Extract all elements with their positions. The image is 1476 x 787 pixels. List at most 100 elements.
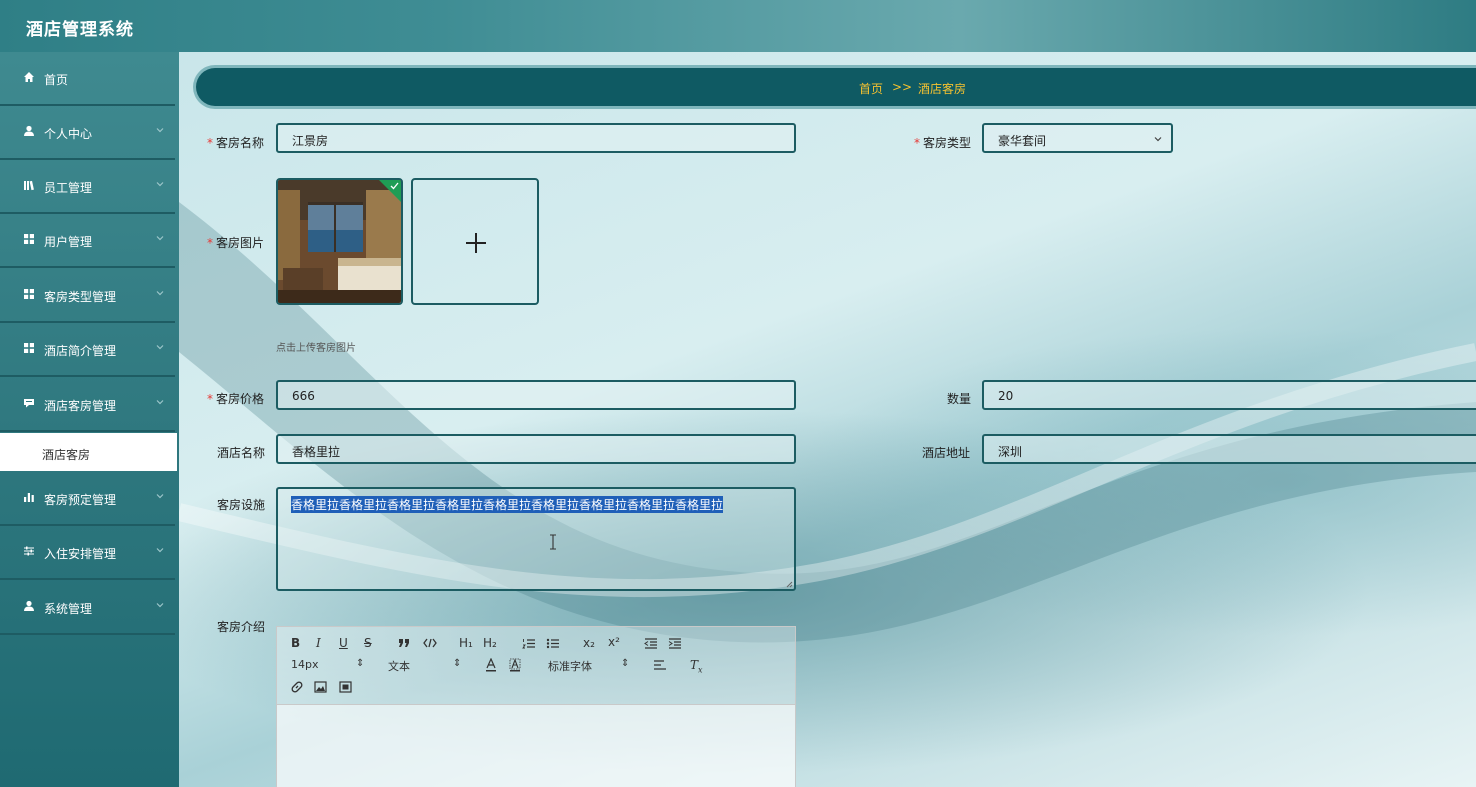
- room-type-label: * 客房类型: [914, 136, 972, 150]
- underline-button[interactable]: U: [339, 636, 348, 650]
- sidebar-item-label: 客房类型管理: [44, 290, 117, 304]
- code-icon[interactable]: [423, 638, 437, 648]
- sidebar-item-label: 首页: [44, 73, 69, 87]
- sidebar-item-hotel-intro[interactable]: 酒店简介管理: [0, 323, 175, 377]
- editor-content-area[interactable]: [277, 705, 795, 787]
- library-icon: [23, 179, 35, 191]
- rich-text-editor: B I U S H₁ H₂ x₂ x² 14px ⇕ 文本 ⇕ 标准字体 ⇕ T…: [276, 626, 796, 787]
- sidebar-item-label: 客房预定管理: [44, 493, 117, 507]
- quantity-field[interactable]: 20: [982, 380, 1476, 410]
- sidebar-item-check-in[interactable]: 入住安排管理: [0, 526, 175, 580]
- strike-button[interactable]: S: [364, 636, 372, 650]
- indent-icon[interactable]: [668, 638, 682, 649]
- breadcrumb-home[interactable]: 首页: [859, 80, 883, 97]
- hotel-address-field[interactable]: 深圳: [982, 434, 1476, 464]
- align-icon[interactable]: [653, 660, 667, 671]
- grid-icon: [23, 288, 35, 300]
- bullet-list-icon[interactable]: [546, 638, 560, 649]
- blockquote-icon[interactable]: [398, 638, 410, 648]
- home-icon: [23, 71, 35, 83]
- resize-handle-icon[interactable]: [785, 580, 793, 588]
- room-image-thumbnail[interactable]: [276, 178, 403, 305]
- room-price-label: * 客房价格: [207, 392, 265, 406]
- sidebar-item-bookings[interactable]: 客房预定管理: [0, 472, 175, 526]
- breadcrumb-current: 酒店客房: [918, 82, 967, 96]
- app-title: 酒店管理系统: [26, 20, 134, 40]
- h2-button[interactable]: H₂: [483, 636, 497, 650]
- font-size-select[interactable]: 14px: [291, 658, 319, 671]
- room-type-select[interactable]: 豪华套间: [982, 123, 1173, 153]
- check-icon: [390, 182, 399, 190]
- bar-chart-icon: [23, 491, 35, 503]
- sidebar-subitem-hotel-room[interactable]: 酒店客房: [0, 433, 177, 471]
- facilities-selected-text: 香格里拉香格里拉香格里拉香格里拉香格里拉香格里拉香格里拉香格里拉香格里拉: [291, 496, 724, 513]
- sidebar-item-room-types[interactable]: 客房类型管理: [0, 269, 175, 323]
- hotel-name-label: 酒店名称: [217, 446, 266, 460]
- chevron-down-icon: [156, 548, 164, 553]
- room-name-label: * 客房名称: [207, 136, 265, 150]
- sidebar-item-staff[interactable]: 员工管理: [0, 160, 175, 214]
- breadcrumb-separator: >>: [892, 80, 913, 94]
- font-family-select-arrows-icon: ⇕: [621, 658, 630, 669]
- breadcrumb: 首页 >> 酒店客房: [196, 68, 1476, 106]
- sidebar-item-label: 员工管理: [44, 181, 93, 195]
- sidebar-item-hotel-rooms[interactable]: 酒店客房管理: [0, 378, 175, 432]
- chevron-down-icon: [156, 603, 164, 608]
- chevron-down-icon: [156, 236, 164, 241]
- subscript-button[interactable]: x₂: [583, 636, 595, 650]
- h1-button[interactable]: H₁: [459, 636, 473, 650]
- room-name-field[interactable]: 江景房: [276, 123, 796, 153]
- chevron-down-icon: [156, 345, 164, 350]
- hotel-name-field[interactable]: 香格里拉: [276, 434, 796, 464]
- font-color-icon[interactable]: [485, 658, 497, 672]
- bold-button[interactable]: B: [291, 636, 300, 650]
- chevron-down-icon: [156, 182, 164, 187]
- room-image-label: * 客房图片: [207, 236, 265, 250]
- superscript-button[interactable]: x²: [608, 635, 620, 649]
- main-content: 首页 >> 酒店客房 *客房名称 江景房 *客房类型 豪华套间 *客房图片: [179, 52, 1476, 787]
- facilities-textarea[interactable]: 香格里拉香格里拉香格里拉香格里拉香格里拉香格里拉香格里拉香格里拉香格里拉: [276, 487, 796, 591]
- sidebar-subitem-label: 酒店客房: [42, 448, 91, 462]
- grid-icon: [23, 233, 35, 245]
- sidebar-item-system[interactable]: 系统管理: [0, 581, 175, 635]
- text-cursor-icon: [550, 534, 556, 550]
- sidebar-item-home[interactable]: 首页: [0, 52, 175, 106]
- font-size-select-arrows-icon: ⇕: [356, 658, 365, 669]
- sidebar-item-label: 入住安排管理: [44, 547, 117, 561]
- facilities-label: 客房设施: [217, 498, 266, 512]
- sidebar-item-label: 用户管理: [44, 235, 93, 249]
- chevron-down-icon: [156, 400, 164, 405]
- ordered-list-icon[interactable]: [522, 638, 536, 649]
- intro-label: 客房介绍: [217, 620, 266, 634]
- chevron-down-icon: [156, 128, 164, 133]
- chevron-down-icon: [156, 291, 164, 296]
- user-icon: [23, 600, 35, 612]
- chevron-down-icon: [156, 494, 164, 499]
- background-color-icon[interactable]: [509, 658, 521, 672]
- upload-add-button[interactable]: [411, 178, 539, 305]
- outdent-icon[interactable]: [644, 638, 658, 649]
- link-icon[interactable]: [290, 680, 304, 694]
- font-family-select[interactable]: 标准字体: [548, 658, 592, 674]
- sidebar: 首页 个人中心 员工管理 用户管理 客房类型管理 酒店简介管理 酒店客房管理 酒…: [0, 52, 179, 787]
- format-select[interactable]: 文本: [388, 658, 410, 674]
- hotel-address-label: 酒店地址: [922, 446, 971, 460]
- comment-icon: [23, 397, 35, 409]
- plus-icon: [466, 233, 486, 253]
- sidebar-item-label: 系统管理: [44, 602, 93, 616]
- sidebar-item-users[interactable]: 用户管理: [0, 214, 175, 268]
- chevron-down-icon: [1154, 137, 1162, 142]
- italic-button[interactable]: I: [316, 636, 321, 650]
- grid-icon: [23, 342, 35, 354]
- video-icon[interactable]: [339, 681, 352, 693]
- sidebar-item-label: 个人中心: [44, 127, 93, 141]
- user-icon: [23, 125, 35, 137]
- top-bar: 酒店管理系统: [0, 0, 1476, 52]
- sidebar-item-personal-center[interactable]: 个人中心: [0, 106, 175, 160]
- editor-toolbar: B I U S H₁ H₂ x₂ x² 14px ⇕ 文本 ⇕ 标准字体 ⇕ T…: [277, 627, 795, 705]
- sidebar-item-label: 酒店客房管理: [44, 399, 117, 413]
- format-select-arrows-icon: ⇕: [453, 658, 462, 669]
- room-price-field[interactable]: 666: [276, 380, 796, 410]
- clear-format-icon[interactable]: Tx: [690, 658, 703, 674]
- image-icon[interactable]: [314, 681, 327, 693]
